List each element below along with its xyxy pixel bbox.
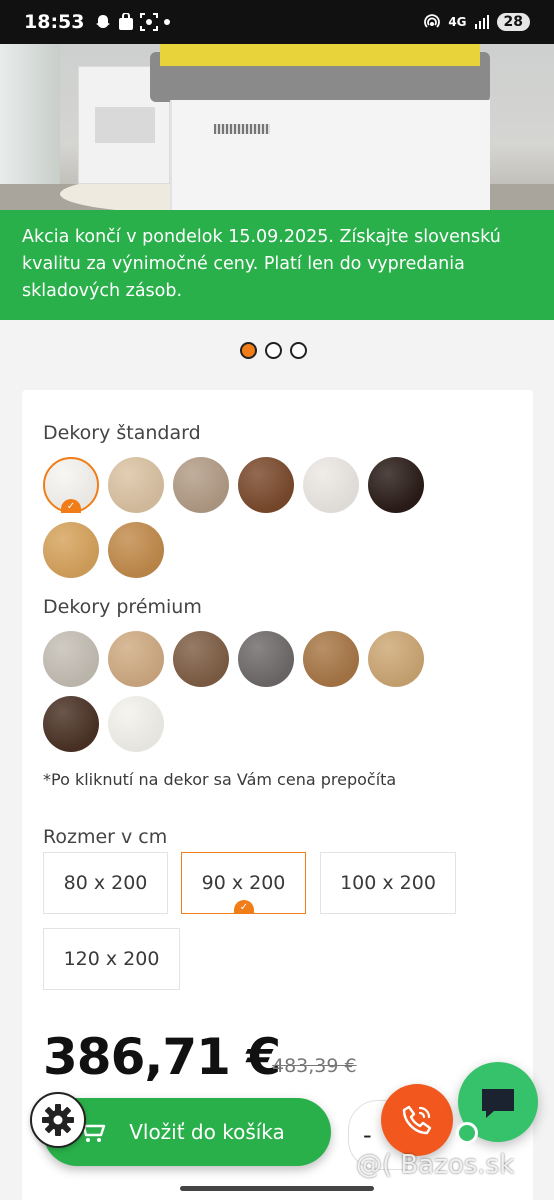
decors-premium-title: Dekory prémium xyxy=(43,596,202,618)
product-image[interactable] xyxy=(0,44,554,210)
size-option-label: 90 x 200 xyxy=(201,872,286,894)
decor-standard-swatch-4[interactable] xyxy=(238,457,294,513)
decor-standard-swatch-6[interactable] xyxy=(368,457,424,513)
hotspot-icon xyxy=(424,14,441,28)
add-to-cart-button[interactable]: Vložiť do košíka xyxy=(43,1098,331,1166)
watermark: @( Bazos.sk xyxy=(356,1150,515,1180)
decor-premium-swatch-6[interactable] xyxy=(368,631,424,687)
size-selected-check-icon: ✓ xyxy=(234,900,254,914)
carousel-dot-1[interactable] xyxy=(240,342,257,359)
online-status-dot xyxy=(456,1122,478,1144)
decor-standard-swatch-8[interactable] xyxy=(108,522,164,578)
dot-icon xyxy=(164,19,171,25)
status-time: 18:53 xyxy=(24,11,85,33)
decor-standard-swatch-3[interactable] xyxy=(173,457,229,513)
settings-button[interactable] xyxy=(30,1092,86,1148)
size-option-100x200[interactable]: 100 x 200 xyxy=(320,852,456,914)
old-price: 483,39 € xyxy=(272,1055,357,1077)
promo-banner: Akcia končí v pondelok 15.09.2025. Získa… xyxy=(0,210,554,320)
image-bed-base xyxy=(170,100,490,210)
image-window xyxy=(0,44,60,194)
decor-standard-swatch-2[interactable] xyxy=(108,457,164,513)
add-to-cart-label: Vložiť do košíka xyxy=(129,1120,285,1144)
decors-standard-title: Dekory štandard xyxy=(43,422,201,444)
battery-indicator: 28 xyxy=(496,13,530,31)
decor-standard-swatch-5[interactable] xyxy=(303,457,359,513)
carousel-dot-3[interactable] xyxy=(290,342,307,359)
size-title: Rozmer v cm xyxy=(43,826,168,848)
decor-standard-swatch-7[interactable] xyxy=(43,522,99,578)
bag-icon xyxy=(119,13,134,30)
size-option-120x200[interactable]: 120 x 200 xyxy=(43,928,180,990)
decor-premium-swatch-3[interactable] xyxy=(173,631,229,687)
decor-premium-swatch-4[interactable] xyxy=(238,631,294,687)
chat-icon xyxy=(482,1089,514,1118)
status-bar: 18:53 4G 28 xyxy=(0,0,554,44)
snapchat-icon xyxy=(96,15,111,28)
decor-price-note: *Po kliknutí na dekor sa Vám cena prepoč… xyxy=(43,770,397,789)
signal-icon xyxy=(474,15,489,29)
decor-premium-swatch-2[interactable] xyxy=(108,631,164,687)
status-left-icons xyxy=(94,13,171,31)
decor-standard-selected-check-icon: ✓ xyxy=(61,499,81,513)
home-indicator[interactable] xyxy=(180,1186,374,1191)
screenshot-icon xyxy=(140,13,159,31)
carousel-dot-2[interactable] xyxy=(265,342,282,359)
decor-premium-swatch-5[interactable] xyxy=(303,631,359,687)
decor-premium-swatch-7[interactable] xyxy=(43,696,99,752)
call-button[interactable] xyxy=(381,1084,453,1156)
current-price: 386,71 € xyxy=(43,1028,281,1086)
gear-icon xyxy=(42,1104,74,1136)
decor-premium-swatch-1[interactable] xyxy=(43,631,99,687)
image-blanket xyxy=(160,44,480,66)
phone-call-icon xyxy=(402,1105,432,1135)
product-options-card: Dekory štandard ✓ Dekory prémium *Po kli… xyxy=(22,390,533,1200)
decor-premium-swatch-8[interactable] xyxy=(108,696,164,752)
size-option-80x200[interactable]: 80 x 200 xyxy=(43,852,168,914)
network-label: 4G xyxy=(448,15,467,29)
status-right: 4G 28 xyxy=(423,13,530,31)
carousel-dots xyxy=(240,342,307,359)
